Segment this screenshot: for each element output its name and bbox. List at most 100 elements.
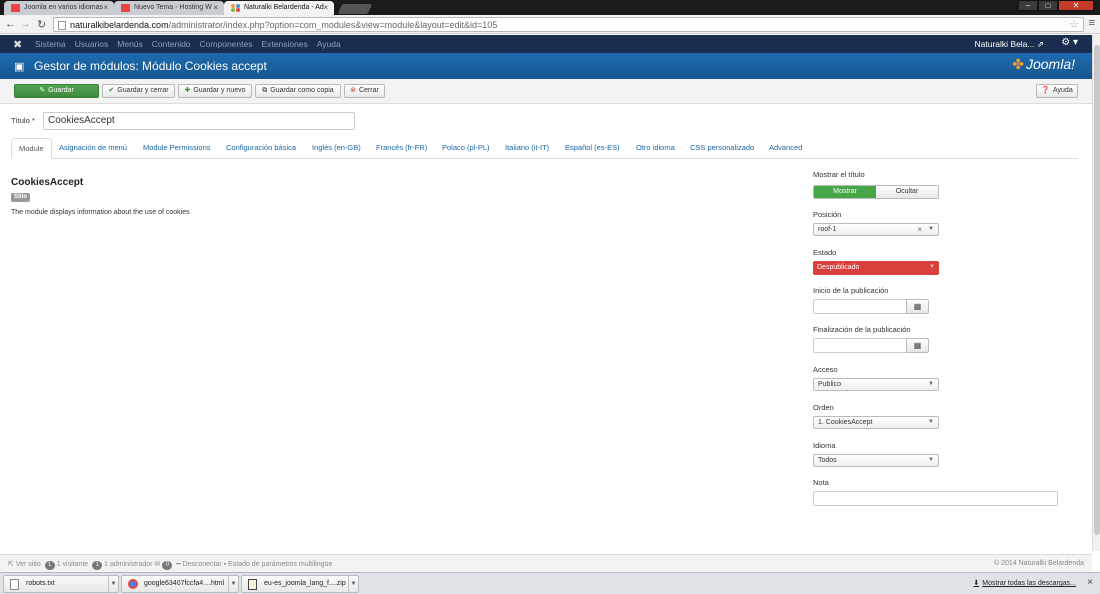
order-select[interactable]: 1. CookiesAccept ▼: [813, 416, 939, 429]
joomla-brand-logo: ✤ Joomla!: [1012, 56, 1075, 72]
caret-down-icon: ▼: [929, 264, 935, 270]
tab-module-permissions[interactable]: Module Permissions: [143, 143, 211, 152]
browser-tab-1[interactable]: Joomla en varios idiomas ×: [4, 1, 114, 15]
position-select[interactable]: roof-1 × ▼: [813, 223, 939, 236]
publish-down-label: Finalización de la publicación: [813, 325, 911, 334]
close-tab-icon[interactable]: ×: [103, 3, 108, 12]
hide-button[interactable]: Ocultar: [876, 186, 938, 198]
chrome-html-icon: [128, 579, 138, 589]
menu-item-usuarios[interactable]: Usuarios: [75, 39, 109, 49]
logout-link[interactable]: ━ Desconectar: [176, 561, 221, 568]
tab-advanced[interactable]: Advanced: [769, 143, 802, 152]
site-name-link[interactable]: Naturalki Bela... ⇗: [975, 39, 1045, 50]
tab-polish[interactable]: Polaco (pl-PL): [442, 143, 490, 152]
gear-icon[interactable]: ⚙ ▾: [1061, 37, 1078, 48]
external-link-icon: ⇱: [8, 561, 14, 568]
publish-down-input[interactable]: [813, 338, 907, 353]
language-label: Idioma: [813, 441, 836, 450]
download-item[interactable]: robots.txt ▼: [3, 575, 119, 593]
joomla-logo-icon[interactable]: ✖: [13, 38, 22, 51]
reload-icon[interactable]: ↻: [37, 18, 46, 31]
browser-menu-icon[interactable]: ≡: [1089, 17, 1095, 29]
calendar-icon[interactable]: ▦: [906, 299, 929, 314]
state-select[interactable]: Despublicado ▼: [813, 261, 939, 275]
new-tab-button[interactable]: [337, 4, 373, 14]
save-close-button[interactable]: ✔ Guardar y cerrar: [102, 84, 175, 98]
check-icon: ✔: [108, 87, 115, 94]
caret-down-icon: ▼: [928, 457, 934, 463]
show-title-label: Mostrar el título: [813, 170, 865, 179]
save-new-button[interactable]: ✚ Guardar y nuevo: [178, 84, 252, 98]
browser-tab-3[interactable]: Naturalki Belardenda - Ad ×: [224, 1, 334, 15]
menu-item-extensiones[interactable]: Extensiones: [261, 39, 307, 49]
menu-item-componentes[interactable]: Componentes: [200, 39, 253, 49]
publish-up-input[interactable]: [813, 299, 907, 314]
tab-english[interactable]: Inglés (en-GB): [312, 143, 361, 152]
access-label: Acceso: [813, 365, 838, 374]
tab-menu-assignment[interactable]: Asignación de menú: [59, 143, 127, 152]
admin-status-bar: ⇱ Ver sitio 11 visitante 11 administrado…: [0, 554, 1092, 572]
close-tab-icon[interactable]: ×: [323, 3, 328, 12]
language-select[interactable]: Todos ▼: [813, 454, 939, 467]
chevron-down-icon[interactable]: ▼: [228, 576, 238, 592]
forward-arrow-icon[interactable]: →: [20, 18, 31, 30]
question-icon: ❓: [1041, 87, 1050, 94]
title-input[interactable]: CookiesAccept: [43, 112, 355, 130]
publish-up-label: Inicio de la publicación: [813, 286, 889, 295]
state-label: Estado: [813, 248, 837, 257]
admin-navbar: ✖ Sistema Usuarios Menús Contenido Compo…: [0, 35, 1092, 53]
tab-italian[interactable]: Italiano (it-IT): [505, 143, 549, 152]
menu-item-menus[interactable]: Menús: [117, 39, 143, 49]
bookmark-star-icon[interactable]: ☆: [1069, 18, 1079, 31]
window-controls: – □ ✕: [1018, 0, 1094, 12]
menu-item-sistema[interactable]: Sistema: [35, 39, 66, 49]
browser-tab-2[interactable]: Nuevo Tema - Hosting W ×: [114, 1, 224, 15]
title-label: Título *: [11, 116, 35, 125]
access-select[interactable]: Publico ▼: [813, 378, 939, 391]
maximize-icon[interactable]: □: [1038, 0, 1058, 11]
chevron-down-icon[interactable]: ▼: [108, 576, 118, 592]
browser-tab-strip: Joomla en varios idiomas × Nuevo Tema - …: [0, 0, 1100, 15]
admins-badge: 1: [92, 561, 103, 570]
close-shelf-icon[interactable]: ×: [1087, 577, 1093, 588]
tab-custom-css[interactable]: CSS personalizado: [690, 143, 754, 152]
chevron-down-icon[interactable]: ▼: [348, 576, 358, 592]
download-item[interactable]: eu-es_joomla_lang_f....zip ▼: [241, 575, 359, 593]
tab-spanish[interactable]: Español (es-ES): [565, 143, 620, 152]
menu-item-ayuda[interactable]: Ayuda: [317, 39, 341, 49]
close-window-icon[interactable]: ✕: [1058, 0, 1094, 11]
clear-icon[interactable]: ×: [917, 225, 922, 234]
tab-french[interactable]: Francés (fr-FR): [376, 143, 427, 152]
copyright-text: © 2014 Naturalki Belardenda: [994, 560, 1084, 567]
calendar-icon[interactable]: ▦: [906, 338, 929, 353]
minimize-icon[interactable]: –: [1018, 0, 1038, 11]
back-arrow-icon[interactable]: ←: [5, 18, 16, 30]
scrollbar-thumb[interactable]: [1094, 45, 1100, 535]
download-item[interactable]: google63407fccfa4....html ▼: [121, 575, 239, 593]
admins-label: 1 administrador: [104, 561, 153, 568]
joomla-favicon-icon: [231, 4, 240, 12]
external-link-icon: ⇗: [1036, 39, 1044, 49]
view-site-link[interactable]: ⇱ Ver sitio: [8, 561, 41, 568]
position-label: Posición: [813, 210, 842, 219]
module-description: The module displays information about th…: [11, 209, 190, 216]
note-input[interactable]: [813, 491, 1058, 506]
close-tab-icon[interactable]: ×: [213, 3, 218, 12]
save-button[interactable]: ✎ Guardar: [14, 84, 99, 98]
tab-module[interactable]: Module: [11, 138, 52, 159]
url-input[interactable]: naturalkibelardenda.com/administrator/in…: [53, 17, 1084, 32]
copy-icon: ⧉: [262, 87, 268, 94]
show-button[interactable]: Mostrar: [814, 186, 876, 198]
tab-other-language[interactable]: Otro idioma: [636, 143, 675, 152]
multilang-status-link[interactable]: ▪ Estado de parámetros multilingüe: [224, 561, 333, 568]
menu-item-contenido[interactable]: Contenido: [152, 39, 191, 49]
close-button[interactable]: ⊗ Cerrar: [344, 84, 385, 98]
show-all-downloads-link[interactable]: ⬇ Mostrar todas las descargas...: [973, 579, 1076, 587]
help-button[interactable]: ❓ Ayuda: [1036, 84, 1078, 98]
tab-basic-config[interactable]: Configuración básica: [226, 143, 296, 152]
vertical-scrollbar[interactable]: [1092, 35, 1100, 551]
comment-icon: ▪: [223, 561, 227, 568]
downloads-shelf: robots.txt ▼ google63407fccfa4....html ▼…: [0, 572, 1100, 594]
messages-badge[interactable]: 0: [162, 561, 173, 570]
save-copy-button[interactable]: ⧉ Guardar como copia: [255, 84, 341, 98]
